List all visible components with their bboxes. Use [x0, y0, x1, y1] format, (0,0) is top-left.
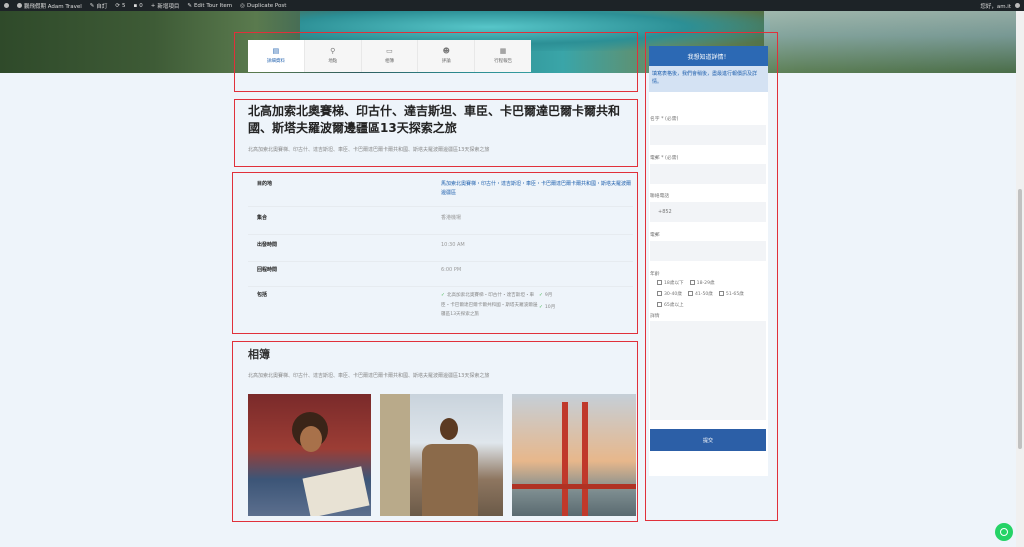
- scrollbar-thumb[interactable]: [1018, 189, 1022, 449]
- info-row-return: 回程時間 6:00 PM: [248, 266, 633, 287]
- email-field[interactable]: [650, 164, 766, 184]
- map-pin-icon: ⚲: [330, 47, 336, 55]
- gallery-photo-traveler-map[interactable]: [248, 394, 371, 516]
- plus-icon: +: [150, 2, 156, 9]
- page-scrollbar[interactable]: [1016, 11, 1024, 547]
- page-title: 北高加索北奧賽梯、印古什、達吉斯坦、車臣、卡巴爾達巴爾卡爾共和國、斯塔夫羅波爾邊…: [248, 104, 621, 135]
- duplicate-icon: ◎: [240, 2, 245, 9]
- age-checkbox-over65[interactable]: 65歲以上: [657, 302, 684, 308]
- brush-icon: ✎: [89, 2, 95, 9]
- admin-bar: 鵬飛假期 Adam Travel ✎ 自訂 ⟳ 5 ▪ 0 + 新增項目 ✎ Edit T…: [0, 0, 1024, 11]
- age-options-row-1: 18歲以下 18-29歲: [657, 280, 715, 286]
- info-row-destination: 目的地 馬加索北奧賽梯・印古什・達吉斯坦・車臣・卡巴爾達巴爾卡爾共和國・斯塔夫羅…: [248, 180, 633, 207]
- phone-field[interactable]: +852: [650, 202, 766, 222]
- updates-icon: ⟳: [115, 2, 120, 9]
- age-options-row-3: 65歲以上: [657, 302, 684, 308]
- home-icon: [17, 3, 22, 8]
- users-icon: ☻: [442, 47, 450, 55]
- form-header: 我想知道詳情！: [649, 46, 768, 66]
- admin-duplicate-link[interactable]: ◎ Duplicate Post: [240, 3, 286, 9]
- submit-button[interactable]: 提交: [650, 429, 766, 451]
- whatsapp-chat-button[interactable]: [995, 523, 1013, 541]
- admin-new-link[interactable]: + 新增項目: [151, 2, 180, 10]
- details-textarea[interactable]: [650, 321, 766, 420]
- pencil-icon: ✎: [187, 2, 192, 9]
- avatar[interactable]: [1015, 3, 1020, 8]
- list-item: ✓ 9月: [539, 293, 553, 298]
- camera-icon: ▭: [386, 47, 393, 55]
- wordpress-logo-icon[interactable]: [4, 3, 9, 8]
- destination-links[interactable]: 馬加索北奧賽梯・印古什・達吉斯坦・車臣・卡巴爾達巴爾卡爾共和國・斯塔夫羅波爾邊疆…: [441, 180, 633, 198]
- age-checkbox-30-40[interactable]: 30-40歲: [657, 291, 682, 297]
- age-checkbox-51-65[interactable]: 51-65歲: [718, 291, 744, 297]
- check-icon: ✓: [441, 293, 445, 298]
- tour-tabs: ▤ 詳細資料 ⚲ 地點 ▭ 相簿 ☻ 評論 ▦ 行程報告: [248, 40, 531, 72]
- list-item: ✓ 10月: [539, 305, 556, 310]
- name-field[interactable]: [650, 125, 766, 145]
- info-row-departure: 出發時間 10:30 AM: [248, 241, 633, 262]
- check-icon: ✓: [539, 305, 543, 310]
- admin-edit-link[interactable]: ✎ Edit Tour Item: [187, 3, 232, 9]
- calendar-icon: ▦: [499, 47, 507, 55]
- comment-icon: ▪: [133, 2, 138, 9]
- admin-comments-link[interactable]: ▪ 0: [133, 3, 142, 9]
- contact-email-field[interactable]: [650, 241, 766, 261]
- admin-customize-link[interactable]: ✎ 自訂: [90, 2, 108, 10]
- admin-updates-link[interactable]: ⟳ 5: [115, 3, 125, 9]
- age-checkbox-18-29[interactable]: 18-29歲: [689, 280, 715, 286]
- list-item: ✓ 北高加索北奧賽梯・印古什・達吉斯坦・車臣・卡巴爾達巴爾卡爾共和國・斯塔夫羅波爾…: [441, 293, 538, 317]
- tab-reviews[interactable]: ☻ 評論: [418, 40, 476, 72]
- form-intro: 填寫表格後，我們會稍後，盡最進行報價訊及詳情。: [649, 66, 768, 92]
- inquiry-form: 我想知道詳情！ 填寫表格後，我們會稍後，盡最進行報價訊及詳情。 名字 * (必需…: [649, 46, 768, 476]
- age-options-row-2: 30-40歲 41-50歲 51-65歲: [657, 291, 744, 297]
- gallery-subtitle: 北高加索北奧賽梯、印古什、達吉斯坦、車臣、卡巴爾達巴爾卡爾共和國、斯塔夫羅波爾邊…: [248, 373, 490, 379]
- tab-location[interactable]: ⚲ 地點: [304, 40, 362, 72]
- tab-itinerary[interactable]: ▦ 行程報告: [475, 40, 531, 72]
- tour-subtitle: 北高加索北奧賽梯、印古什、達吉斯坦、車臣、卡巴爾達巴爾卡爾共和國、斯塔夫羅波爾邊…: [248, 147, 490, 153]
- check-icon: ✓: [539, 293, 543, 298]
- admin-greeting[interactable]: 您好，am.it: [980, 2, 1011, 10]
- gallery-title: 相簿: [248, 348, 270, 361]
- document-icon: ▤: [272, 47, 280, 55]
- age-checkbox-under18[interactable]: 18歲以下: [657, 280, 684, 286]
- info-row-meeting: 集合 香港機場: [248, 214, 633, 235]
- gallery-photo-traveler-tower[interactable]: [380, 394, 503, 516]
- whatsapp-icon: [1000, 528, 1008, 536]
- tab-gallery[interactable]: ▭ 相簿: [361, 40, 419, 72]
- gallery-photo-golden-gate[interactable]: [512, 394, 636, 516]
- age-checkbox-41-50[interactable]: 41-50歲: [687, 291, 713, 297]
- admin-site-link[interactable]: 鵬飛假期 Adam Travel: [17, 2, 82, 10]
- tab-details[interactable]: ▤ 詳細資料: [248, 40, 305, 72]
